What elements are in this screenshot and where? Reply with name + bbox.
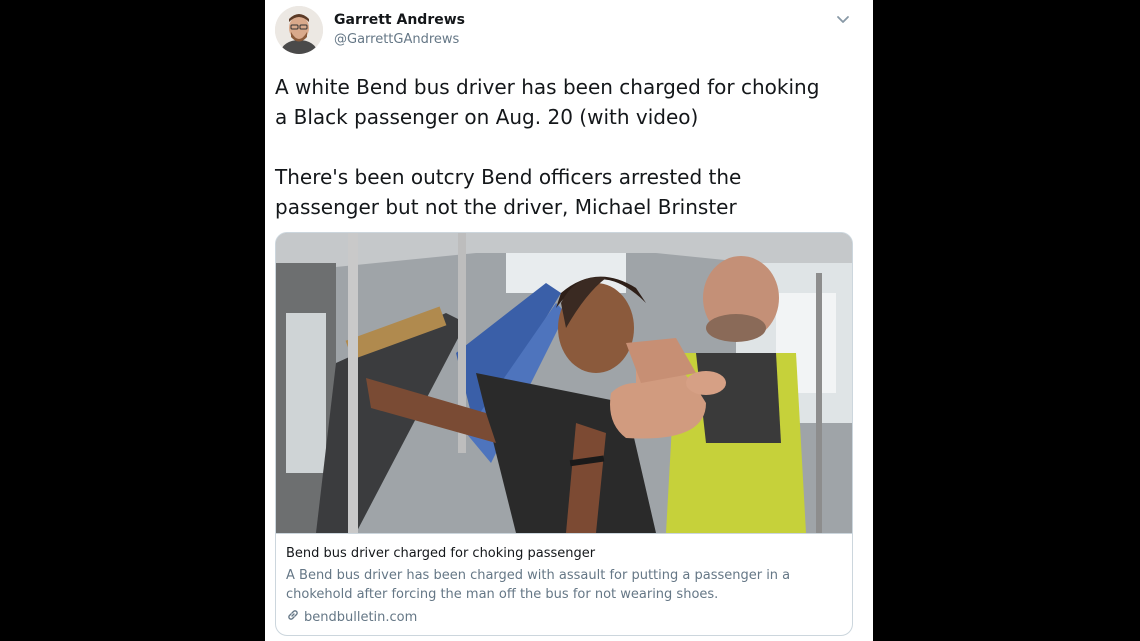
author-name[interactable]: Garrett Andrews	[334, 12, 465, 28]
tweet-text: A white Bend bus driver has been charged…	[275, 75, 820, 219]
link-preview-image	[276, 233, 852, 533]
avatar-image	[275, 6, 323, 54]
link-domain[interactable]: bendbulletin.com	[286, 608, 417, 626]
link-preview-card[interactable]: Bend bus driver charged for choking pass…	[275, 232, 853, 636]
link-domain-text: bendbulletin.com	[304, 609, 418, 625]
link-icon	[286, 608, 300, 626]
chevron-down-icon[interactable]	[835, 12, 851, 28]
link-description: A Bend bus driver has been charged with …	[286, 568, 791, 602]
link-preview-meta: Bend bus driver charged for choking pass…	[276, 533, 852, 635]
tweet-card: Garrett Andrews @GarrettGAndrews A white…	[265, 0, 873, 641]
author-handle[interactable]: @GarrettGAndrews	[334, 32, 459, 47]
link-title[interactable]: Bend bus driver charged for choking pass…	[286, 546, 595, 561]
avatar[interactable]	[275, 6, 323, 54]
